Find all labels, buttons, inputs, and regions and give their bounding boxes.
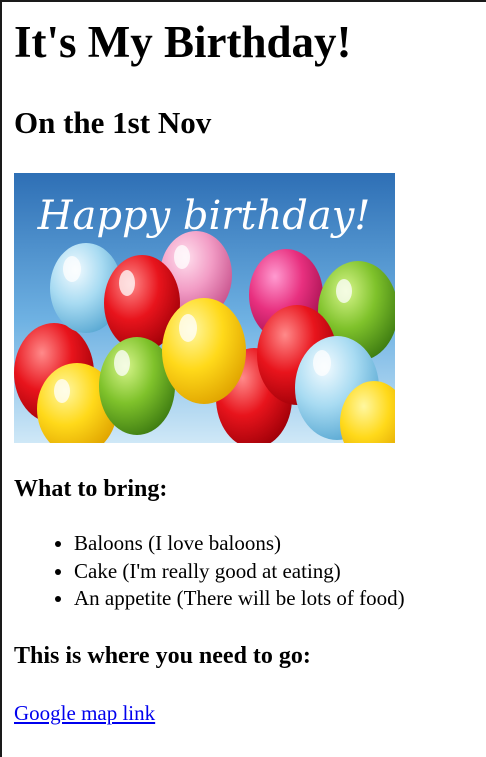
list-item: An appetite (There will be lots of food) [74,585,405,613]
list-item: Baloons (I love baloons) [74,530,405,558]
window-top-border [0,0,486,2]
google-map-link[interactable]: Google map link [14,699,155,727]
window-left-border [0,0,2,757]
what-to-bring-heading: What to bring: [14,476,168,502]
yellow-balloon-icon [162,298,246,404]
page-title: It's My Birthday! [14,17,352,67]
bring-list: Baloons (I love baloons) Cake (I'm reall… [14,530,405,613]
location-heading: This is where you need to go: [14,643,311,669]
birthday-banner-image: Happy birthday! [14,173,395,443]
banner-caption: Happy birthday! [37,193,371,239]
date-heading: On the 1st Nov [14,105,212,140]
list-item: Cake (I'm really good at eating) [74,558,405,586]
